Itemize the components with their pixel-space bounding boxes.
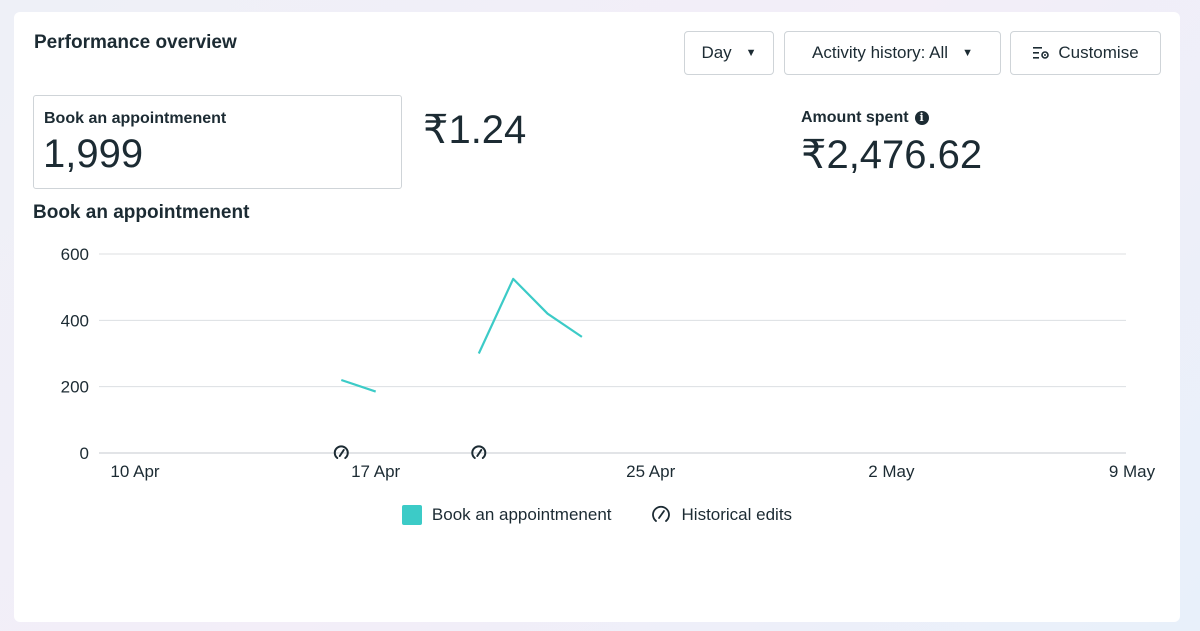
legend-item-series[interactable]: Book an appointmenent xyxy=(401,505,612,525)
line-chart: 0 200 400 600 10 Apr 17 Apr 25 Apr 2 May 9 May xyxy=(61,245,1156,481)
legend-series-label: Book an appointmenent xyxy=(431,505,612,524)
y-tick-label: 0 xyxy=(80,444,89,463)
historical-edit-marker[interactable] xyxy=(333,445,349,459)
y-tick-label: 200 xyxy=(61,378,89,397)
legend-edits-label: Historical edits xyxy=(681,505,793,524)
series-line-segment xyxy=(340,378,377,393)
x-tick-label: 2 May xyxy=(868,462,915,481)
historical-edit-marker[interactable] xyxy=(471,445,487,459)
series-swatch xyxy=(401,505,422,525)
y-tick-label: 400 xyxy=(61,311,89,330)
x-tick-label: 9 May xyxy=(1109,462,1156,481)
y-tick-label: 600 xyxy=(61,245,89,264)
x-tick-label: 10 Apr xyxy=(110,462,159,481)
legend-item-historical-edits[interactable]: Historical edits xyxy=(650,504,793,526)
x-tick-label: 25 Apr xyxy=(626,462,675,481)
chart-legend: Book an appointmenent Historical edits xyxy=(14,504,1180,526)
historical-edit-icon xyxy=(651,505,670,522)
series-line-segment xyxy=(477,277,583,354)
x-tick-label: 17 Apr xyxy=(351,462,400,481)
performance-card: Performance overview Day ▼ Activity hist… xyxy=(14,12,1180,622)
